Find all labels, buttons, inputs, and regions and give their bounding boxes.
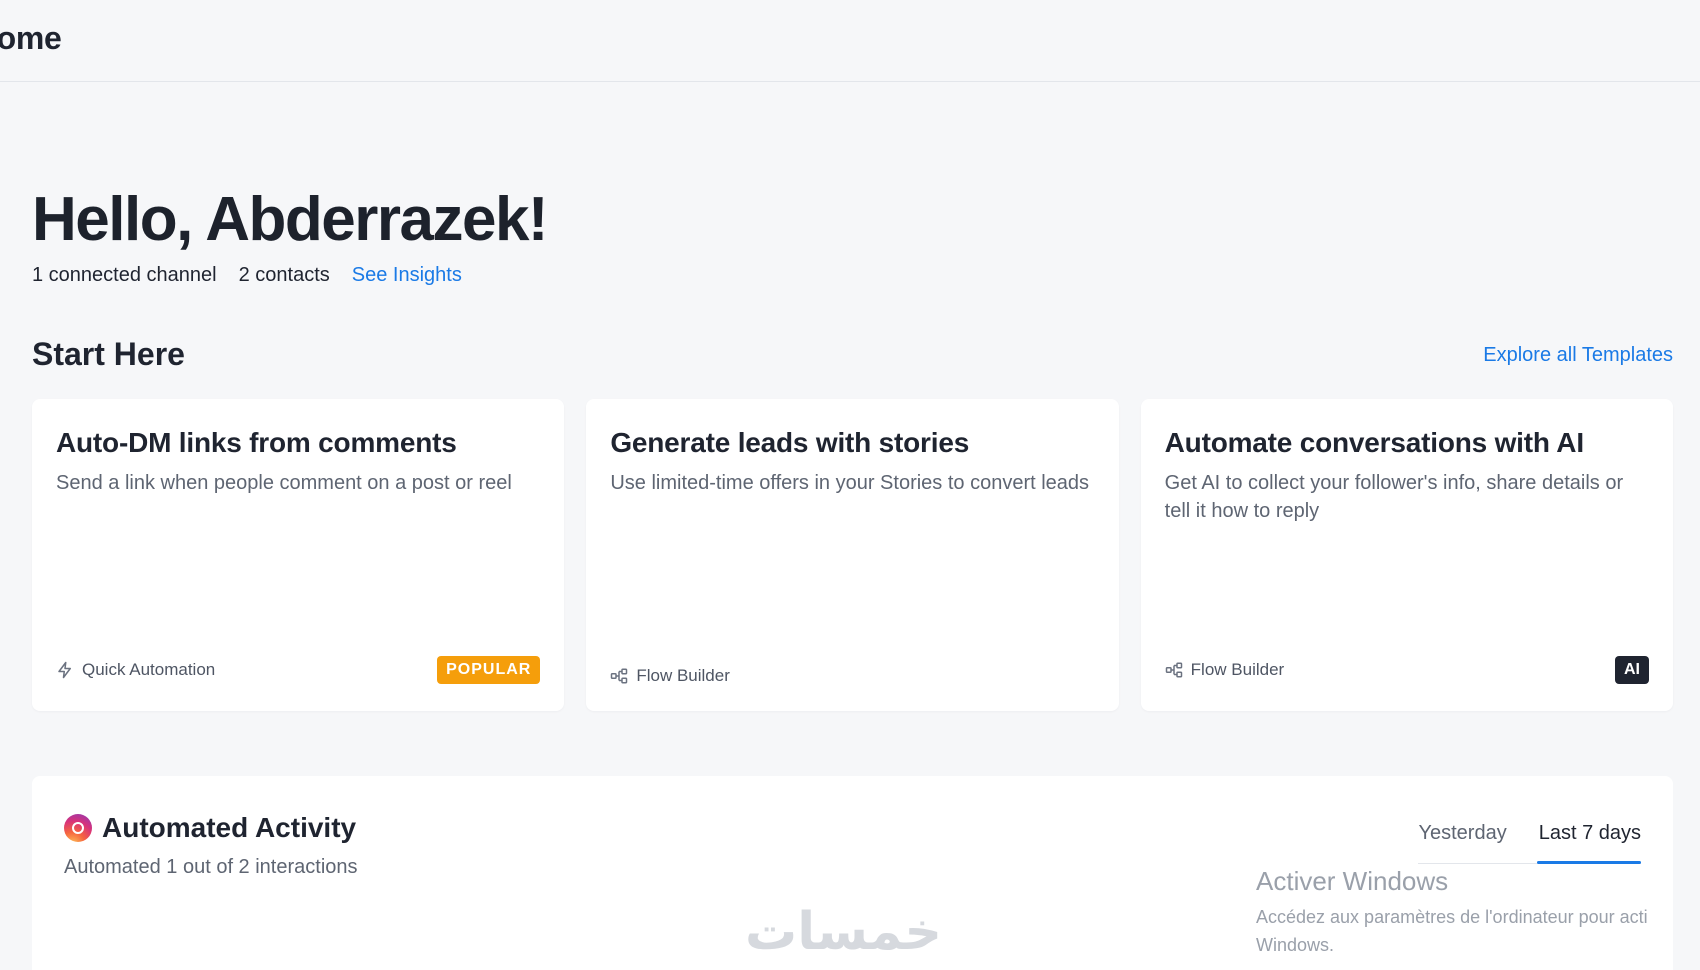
activity-subtitle: Automated 1 out of 2 interactions xyxy=(64,856,358,878)
popular-badge: POPULAR xyxy=(437,656,541,684)
card-description: Use limited-time offers in your Stories … xyxy=(610,472,1090,494)
template-card-stories-leads[interactable]: Generate leads with stories Use limited-… xyxy=(586,399,1119,711)
flow-icon xyxy=(1165,662,1182,678)
page: lome Hello, Abderrazek! 1 connected chan… xyxy=(0,0,1700,970)
activity-range-tabs: Yesterday Last 7 days xyxy=(1418,820,1642,864)
activity-title: Automated Activity xyxy=(102,812,357,843)
card-description: Get AI to collect your follower's info, … xyxy=(1164,472,1624,522)
tab-yesterday[interactable]: Yesterday xyxy=(1418,820,1506,863)
contacts-count: 2 contacts xyxy=(238,264,330,286)
card-footer: Quick Automation POPULAR xyxy=(56,655,541,685)
template-cards: Auto-DM links from comments Send a link … xyxy=(32,399,1673,711)
top-header: lome xyxy=(0,0,1700,82)
card-description: Send a link when people comment on a pos… xyxy=(56,472,512,494)
tab-last-7-days[interactable]: Last 7 days xyxy=(1536,820,1642,864)
page-title: lome xyxy=(0,20,62,56)
lightning-icon xyxy=(58,661,71,679)
card-footer: Flow Builder xyxy=(610,661,1094,691)
activity-header: Automated Activity xyxy=(64,812,356,844)
card-title: Auto-DM links from comments xyxy=(56,427,457,458)
automated-activity-panel: Automated Activity Automated 1 out of 2 … xyxy=(32,776,1673,970)
explore-templates-link[interactable]: Explore all Templates xyxy=(1483,344,1673,367)
card-type-label: Flow Builder xyxy=(1190,660,1285,679)
see-insights-link[interactable]: See Insights xyxy=(352,264,462,287)
account-stats: 1 connected channel 2 contacts See Insig… xyxy=(32,264,462,287)
card-type: Flow Builder xyxy=(1165,660,1285,680)
start-here-title: Start Here xyxy=(32,336,185,372)
instagram-icon xyxy=(64,814,92,842)
card-footer: Flow Builder AI xyxy=(1165,655,1649,685)
card-title: Generate leads with stories xyxy=(610,427,970,458)
flow-icon xyxy=(611,668,628,684)
card-title: Automate conversations with AI xyxy=(1164,427,1584,458)
template-card-auto-dm[interactable]: Auto-DM links from comments Send a link … xyxy=(32,399,565,711)
card-type: Flow Builder xyxy=(610,666,730,686)
card-type: Quick Automation xyxy=(56,660,215,680)
card-type-label: Quick Automation xyxy=(82,660,216,679)
template-card-ai-conversations[interactable]: Automate conversations with AI Get AI to… xyxy=(1140,399,1673,711)
ai-badge: AI xyxy=(1614,656,1649,684)
connected-channels-count: 1 connected channel xyxy=(32,264,217,286)
greeting-heading: Hello, Abderrazek! xyxy=(32,185,549,254)
card-type-label: Flow Builder xyxy=(636,666,730,685)
